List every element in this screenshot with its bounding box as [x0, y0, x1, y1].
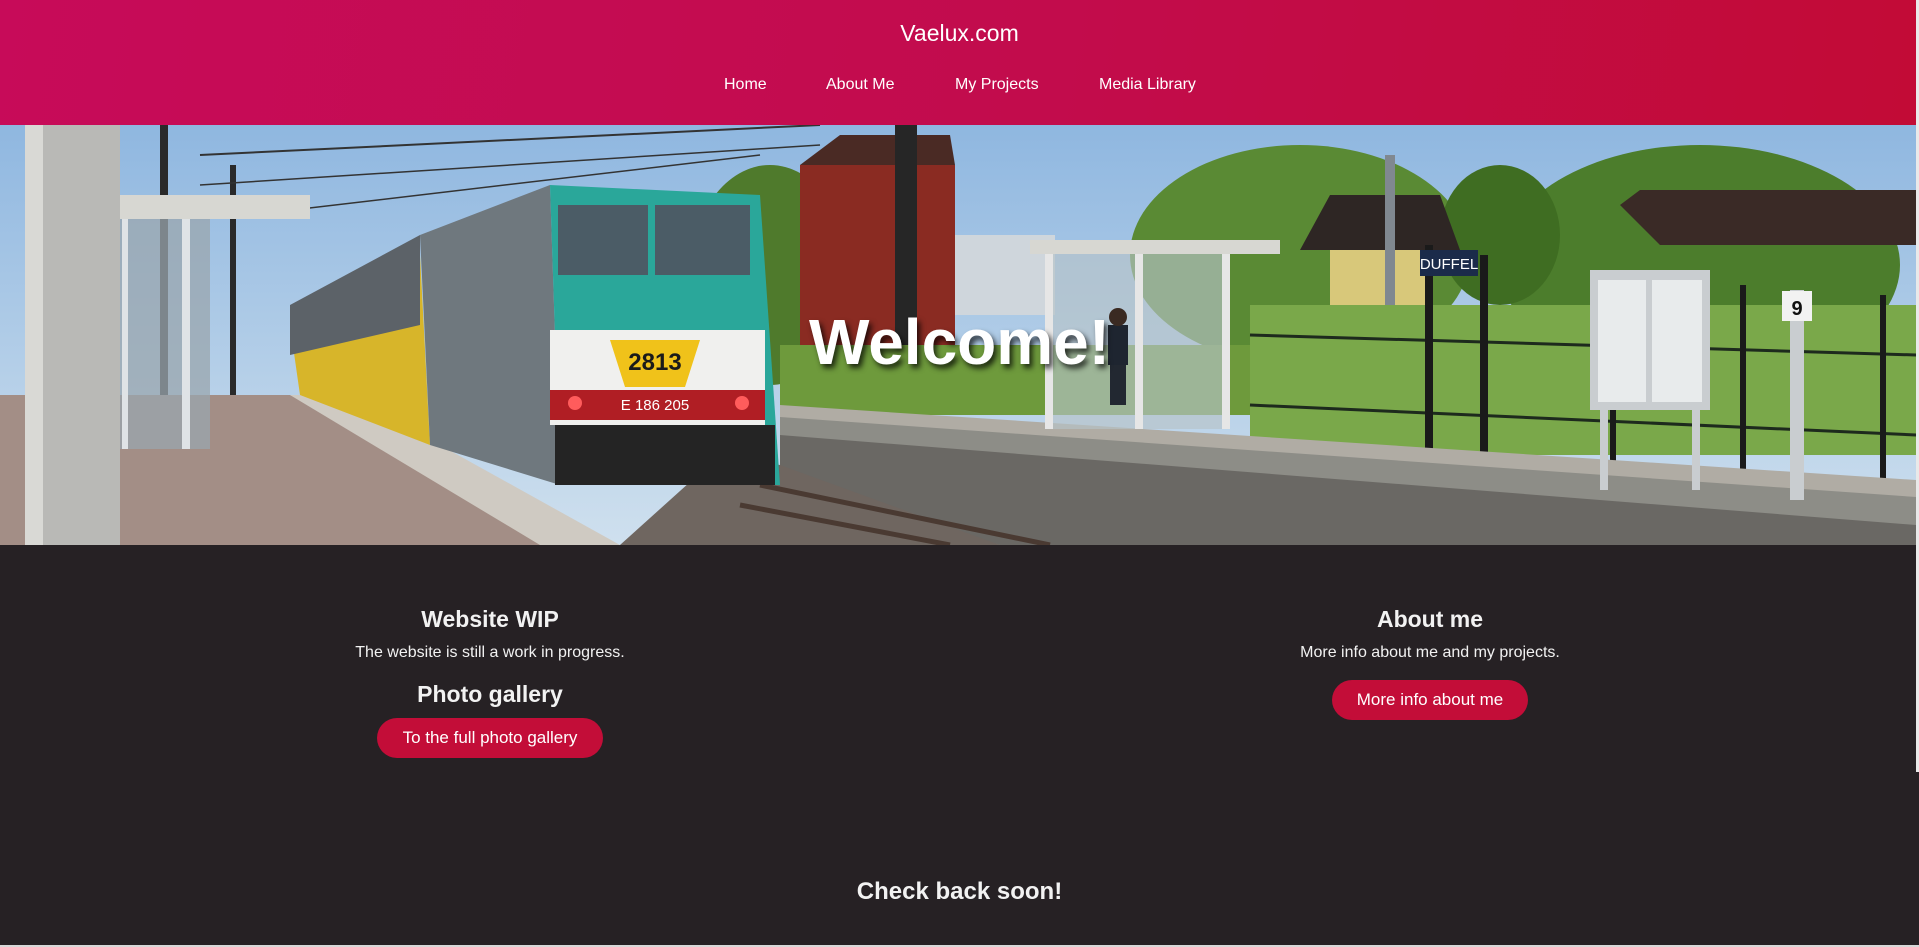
wip-heading: Website WIP: [421, 606, 559, 632]
about-me-button[interactable]: More info about me: [1332, 680, 1528, 720]
nav-media-library[interactable]: Media Library: [1099, 76, 1196, 94]
site-header: Vaelux.com Home About Me My Projects Med…: [0, 0, 1916, 125]
nav-about-me[interactable]: About Me: [826, 76, 894, 94]
gallery-heading: Photo gallery: [417, 681, 563, 707]
footer-message: Check back soon!: [856, 878, 1063, 905]
wip-text: The website is still a work in progress.: [355, 644, 625, 661]
main-nav: Home About Me My Projects Media Library: [0, 76, 1919, 98]
about-text: More info about me and my projects.: [1300, 644, 1560, 661]
about-heading: About me: [1376, 606, 1484, 632]
site-title[interactable]: Vaelux.com: [0, 20, 1919, 47]
hero-title: Welcome!: [808, 306, 1111, 378]
nav-home[interactable]: Home: [724, 76, 767, 94]
nav-my-projects[interactable]: My Projects: [955, 76, 1039, 94]
loco-id: E 186 205: [621, 397, 689, 414]
photo-gallery-button[interactable]: To the full photo gallery: [377, 718, 603, 758]
station-sign: DUFFEL: [1420, 256, 1478, 273]
hero-banner: 2813 E 186 205 DUFFEL 9 Welcome!: [0, 125, 1916, 545]
